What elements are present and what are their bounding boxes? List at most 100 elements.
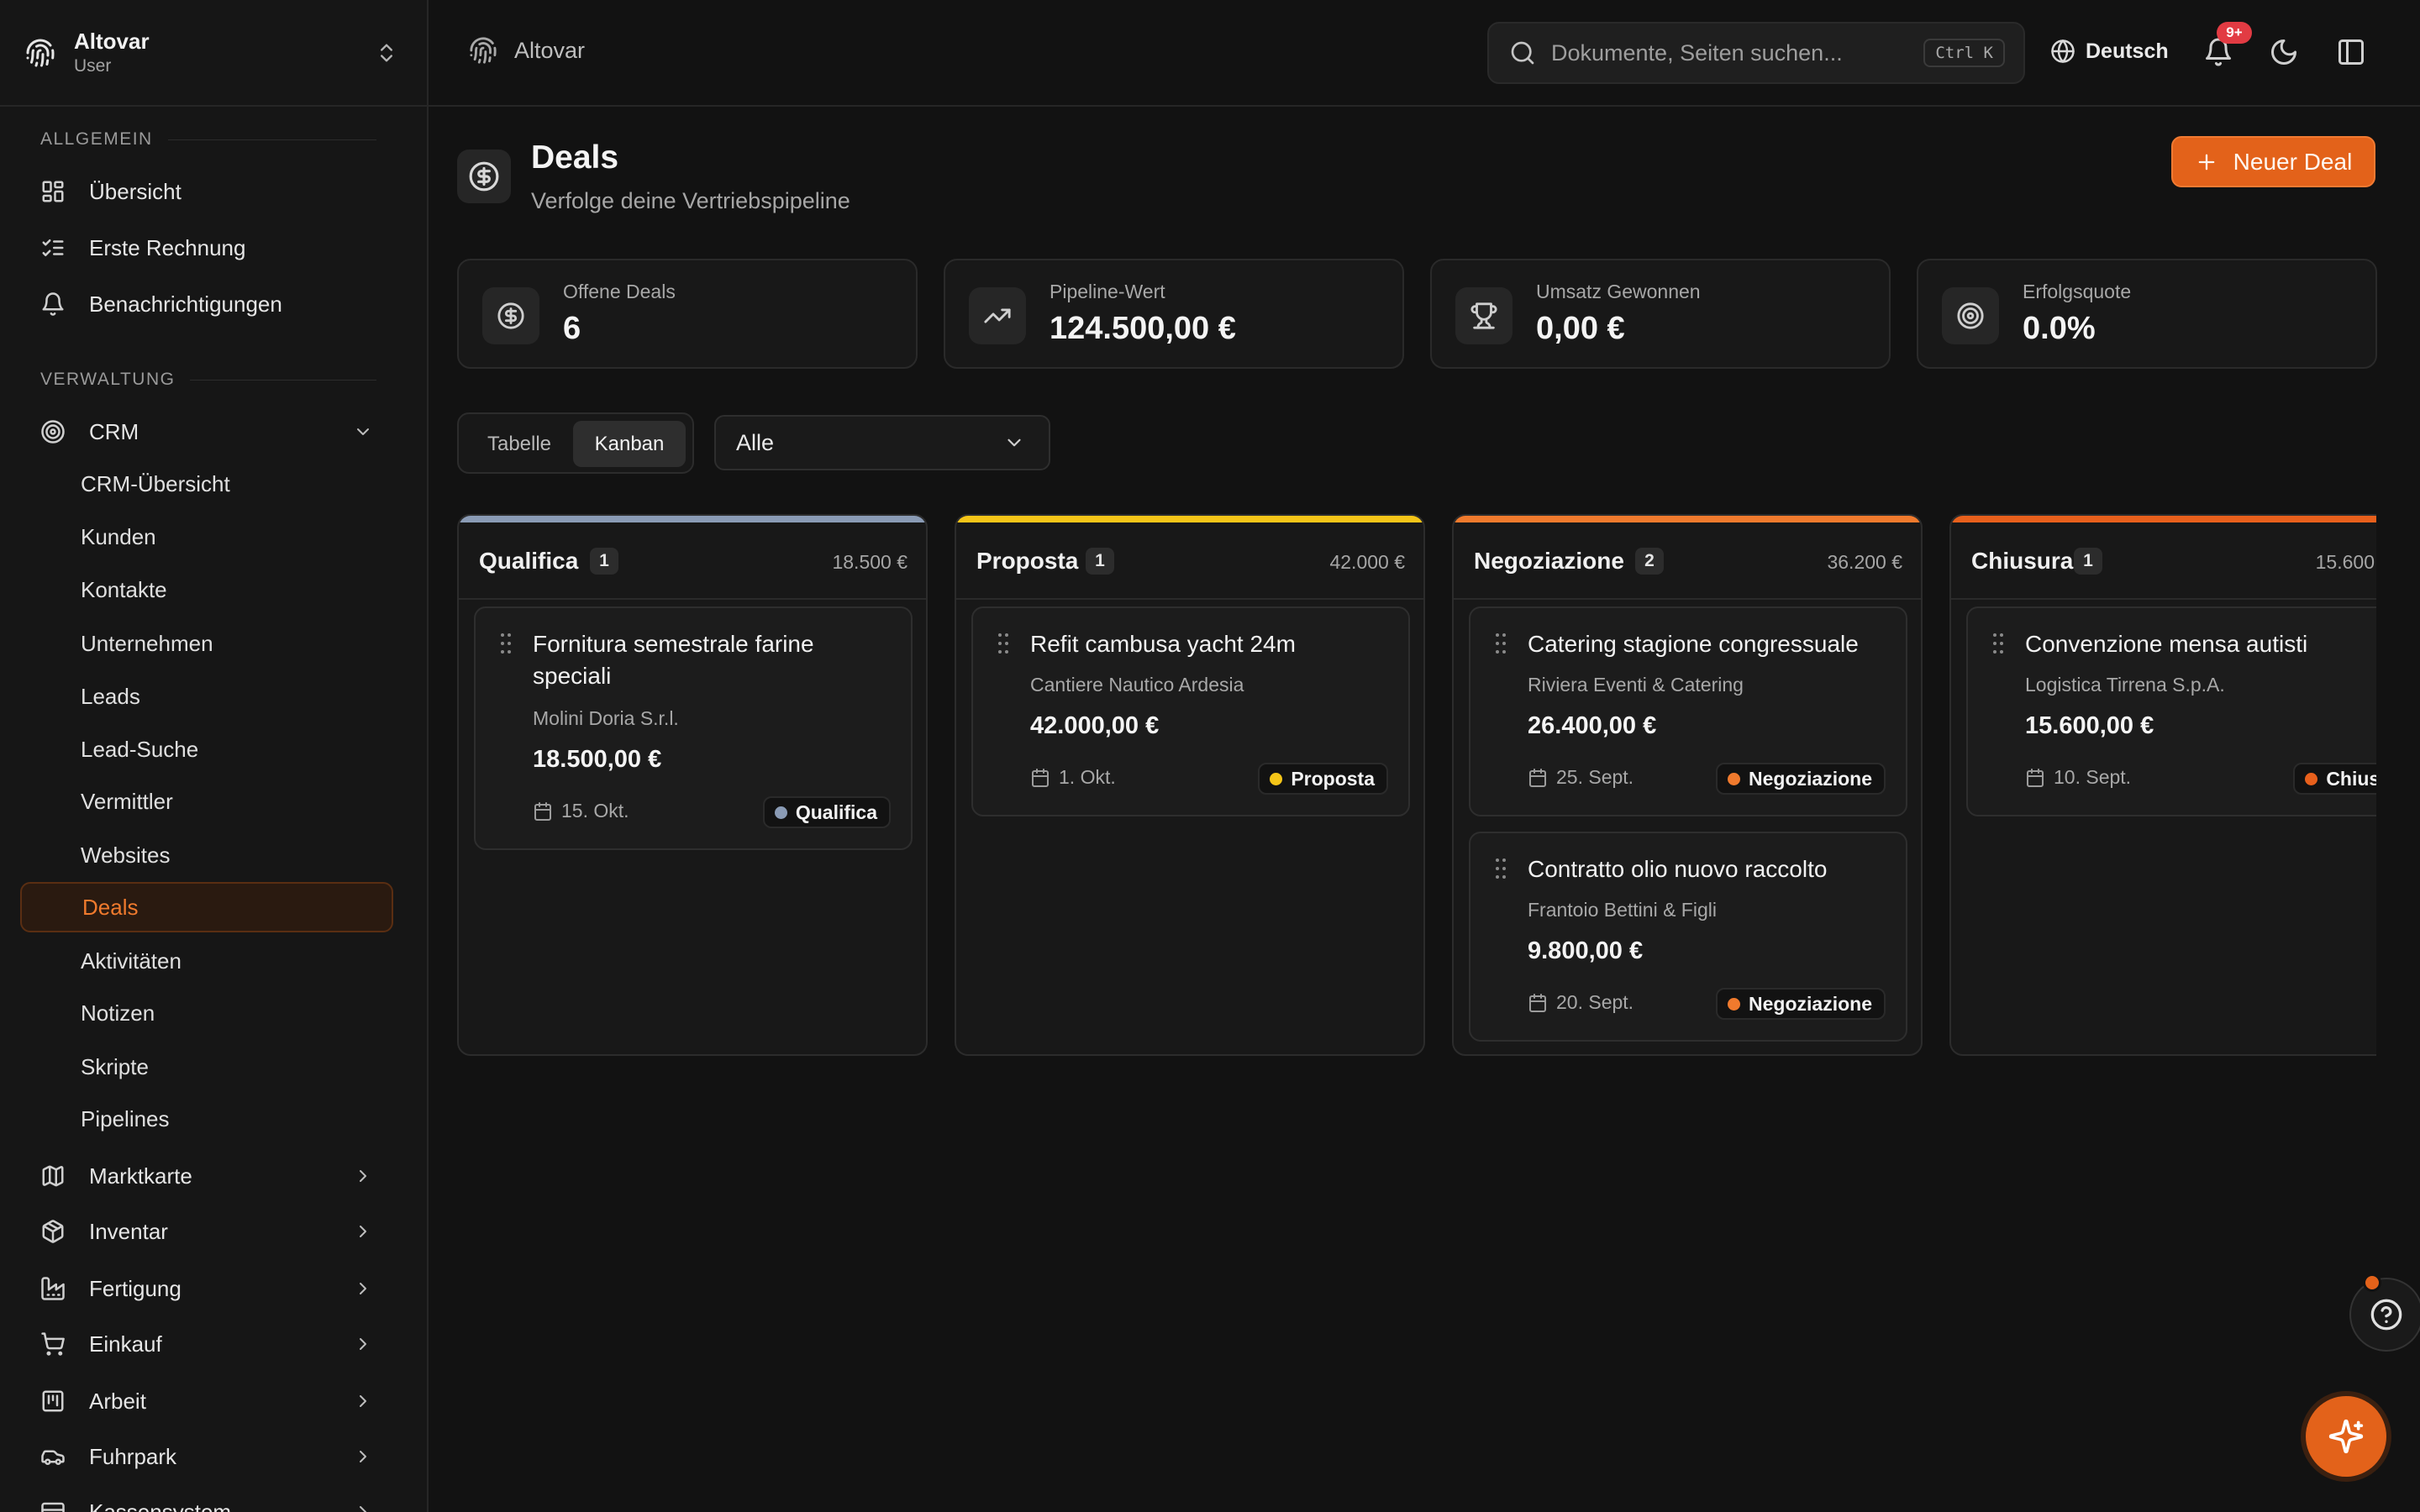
sidebar-item-first-invoice[interactable]: Erste Rechnung: [20, 224, 393, 271]
sidebar-item-overview[interactable]: Übersicht: [20, 168, 393, 215]
stat-value: 124.500,00 €: [1050, 311, 1236, 346]
sidebar-item-contacts[interactable]: Kontakte: [20, 564, 393, 615]
sidebar-item-market-map[interactable]: Marktkarte: [20, 1152, 393, 1200]
sidebar-item-label: Lead-Suche: [81, 736, 199, 762]
drag-handle-icon[interactable]: [1993, 633, 2005, 655]
stat-icon: [1455, 287, 1512, 344]
deal-card[interactable]: Refit cambusa yacht 24m Cantiere Nautico…: [971, 606, 1410, 816]
deal-card[interactable]: Contratto olio nuovo raccolto Frantoio B…: [1469, 832, 1907, 1042]
chevron-right-icon: [360, 1226, 366, 1237]
drag-handle-icon[interactable]: [998, 633, 1010, 655]
sidebar-item-leads[interactable]: Leads: [20, 671, 393, 722]
sidebar-group-crm[interactable]: CRM: [20, 408, 393, 455]
column-count: 1: [590, 548, 618, 575]
sidebar-item-pos[interactable]: Kassensystem: [20, 1488, 393, 1512]
tab-kanban[interactable]: Kanban: [573, 421, 686, 467]
sidebar-item-companies[interactable]: Unternehmen: [20, 618, 393, 669]
sidebar-item-customers[interactable]: Kunden: [20, 512, 393, 562]
sidebar-item-brokers[interactable]: Vermittler: [20, 776, 393, 827]
section-label-general: Allgemein: [40, 129, 376, 150]
stage-label: Qualifica: [795, 801, 877, 823]
help-indicator-dot: [2363, 1273, 2381, 1292]
tab-table[interactable]: Tabelle: [466, 421, 573, 467]
sidebar-item-label: Arbeit: [89, 1388, 146, 1414]
deal-card[interactable]: Fornitura semestrale farine speciali Mol…: [474, 606, 913, 850]
sidebar-item-crm-overview[interactable]: CRM-Übersicht: [20, 459, 393, 509]
sidebar-item-label: Einkauf: [89, 1331, 162, 1357]
stat-card-pipeline-value: Pipeline-Wert 124.500,00 €: [944, 259, 1404, 369]
panel-toggle-icon[interactable]: [2336, 37, 2366, 67]
breadcrumb-label: Altovar: [514, 37, 586, 63]
column-sum: 42.000 €: [1329, 551, 1405, 573]
stage-filter-select[interactable]: Alle: [714, 415, 1050, 470]
plus-icon: [2198, 154, 2215, 170]
bell-icon: [42, 292, 64, 316]
sidebar-item-activities[interactable]: Aktivitäten: [20, 936, 393, 986]
sidebar-item-label: Vermittler: [81, 788, 173, 814]
deal-company: Frantoio Bettini & Figli: [1528, 899, 1717, 921]
deal-card[interactable]: Convenzione mensa autisti Logistica Tirr…: [1966, 606, 2376, 816]
sidebar-item-manufacturing[interactable]: Fertigung: [20, 1265, 393, 1312]
list-checks-icon: [42, 239, 64, 256]
sidebar-item-notes[interactable]: Notizen: [20, 988, 393, 1038]
factory-icon: [41, 1277, 65, 1300]
moon-icon[interactable]: [2269, 37, 2299, 67]
deal-company: Riviera Eventi & Catering: [1528, 674, 1744, 696]
sidebar-item-label: CRM-Übersicht: [81, 470, 230, 496]
stat-label: Umsatz Gewonnen: [1536, 281, 1701, 302]
search-icon: [1511, 41, 1534, 65]
deal-date: 1. Okt.: [1030, 766, 1116, 789]
view-toggle: Tabelle Kanban: [457, 412, 694, 474]
deal-card[interactable]: Catering stagione congressuale Riviera E…: [1469, 606, 1907, 816]
stage-dot: [774, 806, 787, 819]
workspace-switcher[interactable]: Altovar User: [0, 0, 427, 107]
chevron-down-icon: [357, 428, 369, 435]
search-input[interactable]: Dokumente, Seiten suchen... Ctrl K: [1487, 22, 2025, 84]
column-header: Negoziazione 2 36.200 €: [1454, 522, 1921, 600]
sidebar-item-label: CRM: [89, 418, 139, 444]
column-color-bar: [459, 516, 926, 522]
sidebar-item-websites[interactable]: Websites: [20, 830, 393, 880]
column-color-bar: [1951, 516, 2376, 522]
sidebar-item-scripts[interactable]: Skripte: [20, 1042, 393, 1092]
sidebar-item-label: Fuhrpark: [89, 1443, 177, 1469]
deal-amount: 9.800,00 €: [1528, 937, 1644, 964]
sidebar-item-label: Inventar: [89, 1218, 168, 1244]
stage-badge: Negoziazione: [1716, 988, 1886, 1020]
help-button[interactable]: [2349, 1278, 2420, 1352]
deal-title: Catering stagione congressuale: [1528, 631, 1859, 657]
language-switcher[interactable]: Deutsch: [2050, 39, 2169, 64]
sidebar-item-inventory[interactable]: Inventar: [20, 1208, 393, 1255]
sidebar-item-notifications[interactable]: Benachrichtigungen: [20, 281, 393, 328]
sidebar-item-label: Übersicht: [89, 178, 182, 204]
target-icon: [1957, 302, 1984, 329]
deal-amount: 18.500,00 €: [533, 746, 662, 773]
sidebar-item-deals[interactable]: Deals: [20, 882, 393, 932]
page-title: Deals: [531, 139, 619, 176]
search-placeholder: Dokumente, Seiten suchen...: [1551, 39, 1843, 66]
package-icon: [42, 1220, 64, 1243]
sidebar-item-purchasing[interactable]: Einkauf: [20, 1320, 393, 1368]
calendar-icon: [534, 801, 551, 821]
sidebar-item-work[interactable]: Arbeit: [20, 1378, 393, 1425]
sidebar-item-fleet[interactable]: Fuhrpark: [20, 1433, 393, 1480]
chevrons-up-down-icon: [381, 44, 392, 62]
stage-label: Negoziazione: [1749, 767, 1872, 790]
sidebar-item-label: Skripte: [81, 1053, 149, 1079]
sidebar-item-lead-search[interactable]: Lead-Suche: [20, 724, 393, 774]
sidebar-item-pipelines[interactable]: Pipelines: [20, 1094, 393, 1144]
ai-assistant-button[interactable]: [2306, 1396, 2386, 1477]
column-header: Qualifica 1 18.500 €: [459, 522, 926, 600]
stage-badge: Negoziazione: [1716, 763, 1886, 795]
drag-handle-icon[interactable]: [501, 633, 513, 655]
new-deal-button[interactable]: Neuer Deal: [2171, 136, 2375, 187]
notification-count-badge: 9+: [2217, 22, 2252, 44]
car-icon: [41, 1450, 65, 1465]
chevron-right-icon: [360, 1395, 366, 1407]
chevron-right-icon: [360, 1451, 366, 1462]
column-name: Proposta: [976, 548, 1079, 574]
drag-handle-icon[interactable]: [1496, 858, 1507, 880]
drag-handle-icon[interactable]: [1496, 633, 1507, 655]
fingerprint-logo-icon: [26, 39, 55, 66]
breadcrumb[interactable]: Altovar: [469, 36, 585, 65]
